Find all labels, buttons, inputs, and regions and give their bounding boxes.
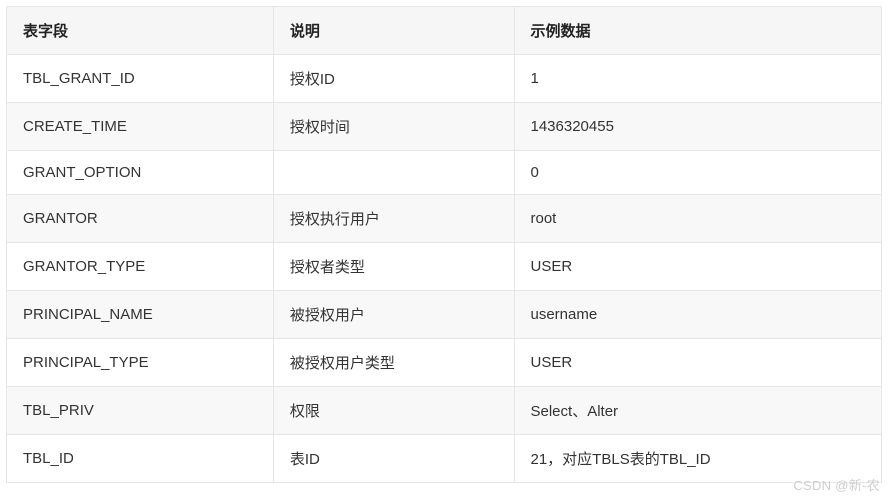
cell-example: 0 — [514, 151, 882, 195]
table-row: GRANTOR_TYPE 授权者类型 USER — [7, 243, 882, 291]
table-row: CREATE_TIME 授权时间 1436320455 — [7, 103, 882, 151]
cell-example: 21，对应TBLS表的TBL_ID — [514, 435, 882, 483]
schema-table: 表字段 说明 示例数据 TBL_GRANT_ID 授权ID 1 CREATE_T… — [6, 6, 882, 483]
cell-example: root — [514, 195, 882, 243]
cell-desc: 授权执行用户 — [273, 195, 514, 243]
cell-field: PRINCIPAL_NAME — [7, 291, 274, 339]
cell-example: 1436320455 — [514, 103, 882, 151]
cell-desc: 被授权用户类型 — [273, 339, 514, 387]
cell-example: 1 — [514, 55, 882, 103]
cell-desc: 授权时间 — [273, 103, 514, 151]
cell-desc: 授权ID — [273, 55, 514, 103]
table-row: TBL_GRANT_ID 授权ID 1 — [7, 55, 882, 103]
cell-field: GRANTOR_TYPE — [7, 243, 274, 291]
cell-desc: 被授权用户 — [273, 291, 514, 339]
table-row: PRINCIPAL_NAME 被授权用户 username — [7, 291, 882, 339]
table-header-row: 表字段 说明 示例数据 — [7, 7, 882, 55]
cell-field: TBL_PRIV — [7, 387, 274, 435]
cell-example: USER — [514, 339, 882, 387]
cell-example: Select、Alter — [514, 387, 882, 435]
table-row: TBL_PRIV 权限 Select、Alter — [7, 387, 882, 435]
table-row: TBL_ID 表ID 21，对应TBLS表的TBL_ID — [7, 435, 882, 483]
cell-field: TBL_GRANT_ID — [7, 55, 274, 103]
header-example: 示例数据 — [514, 7, 882, 55]
cell-field: TBL_ID — [7, 435, 274, 483]
cell-desc: 授权者类型 — [273, 243, 514, 291]
header-desc: 说明 — [273, 7, 514, 55]
table-row: PRINCIPAL_TYPE 被授权用户类型 USER — [7, 339, 882, 387]
cell-field: GRANT_OPTION — [7, 151, 274, 195]
table-container: 表字段 说明 示例数据 TBL_GRANT_ID 授权ID 1 CREATE_T… — [0, 0, 888, 489]
cell-desc — [273, 151, 514, 195]
cell-example: username — [514, 291, 882, 339]
cell-field: CREATE_TIME — [7, 103, 274, 151]
table-row: GRANT_OPTION 0 — [7, 151, 882, 195]
cell-field: GRANTOR — [7, 195, 274, 243]
cell-field: PRINCIPAL_TYPE — [7, 339, 274, 387]
cell-desc: 权限 — [273, 387, 514, 435]
cell-desc: 表ID — [273, 435, 514, 483]
header-field: 表字段 — [7, 7, 274, 55]
cell-example: USER — [514, 243, 882, 291]
table-row: GRANTOR 授权执行用户 root — [7, 195, 882, 243]
